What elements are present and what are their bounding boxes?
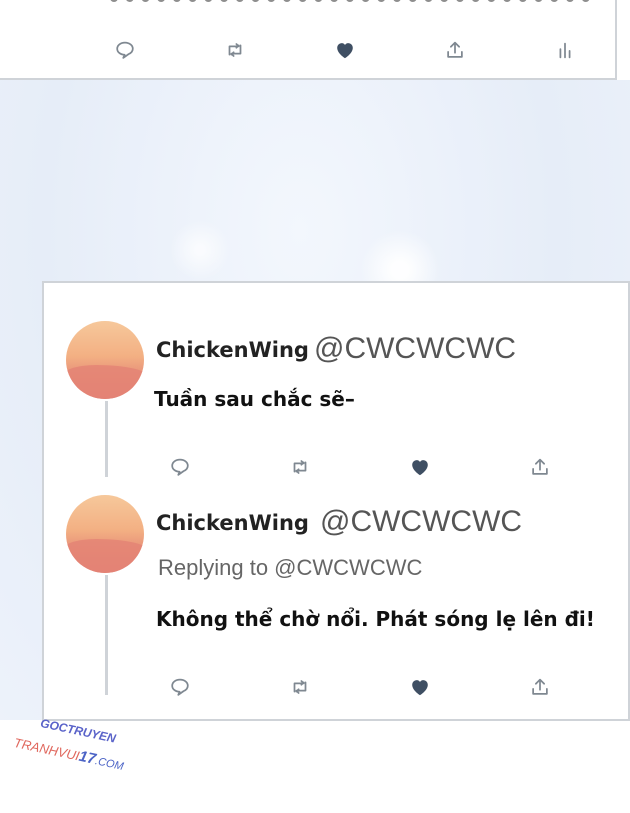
reply-icon[interactable] bbox=[168, 675, 192, 699]
thread-connector-line bbox=[105, 575, 108, 695]
share-icon[interactable] bbox=[443, 38, 467, 62]
display-name[interactable]: ChickenWing bbox=[156, 338, 309, 362]
tweet-text: Tuần sau chắc sẽ– bbox=[154, 387, 355, 411]
heart-icon[interactable] bbox=[408, 455, 432, 479]
heart-icon[interactable] bbox=[333, 38, 357, 62]
user-handle[interactable]: @CWCWCWC bbox=[320, 505, 522, 539]
tweet-actions bbox=[168, 455, 552, 479]
tweet-actions bbox=[168, 675, 552, 699]
previous-tweet-actions bbox=[113, 38, 577, 62]
reply-icon[interactable] bbox=[168, 455, 192, 479]
cut-off-text bbox=[110, 0, 590, 12]
avatar[interactable] bbox=[66, 495, 144, 573]
retweet-icon[interactable] bbox=[223, 38, 247, 62]
thread-connector-line bbox=[105, 401, 108, 477]
retweet-icon[interactable] bbox=[288, 675, 312, 699]
retweet-icon[interactable] bbox=[288, 455, 312, 479]
tweet-text: Không thể chờ nổi. Phát sóng lẹ lên đi! bbox=[156, 607, 595, 631]
share-icon[interactable] bbox=[528, 675, 552, 699]
avatar[interactable] bbox=[66, 321, 144, 399]
replying-to-text[interactable]: Replying to @CWCWCWC bbox=[158, 555, 422, 581]
share-icon[interactable] bbox=[528, 455, 552, 479]
heart-icon[interactable] bbox=[408, 675, 432, 699]
display-name[interactable]: ChickenWing bbox=[156, 511, 309, 535]
analytics-icon[interactable] bbox=[553, 38, 577, 62]
previous-tweet-card bbox=[0, 0, 617, 80]
reply-icon[interactable] bbox=[113, 38, 137, 62]
user-handle[interactable]: @CWCWCWC bbox=[314, 332, 516, 366]
tweet-thread-card: ChickenWing @CWCWCWC Tuần sau chắc sẽ– C… bbox=[42, 281, 630, 721]
